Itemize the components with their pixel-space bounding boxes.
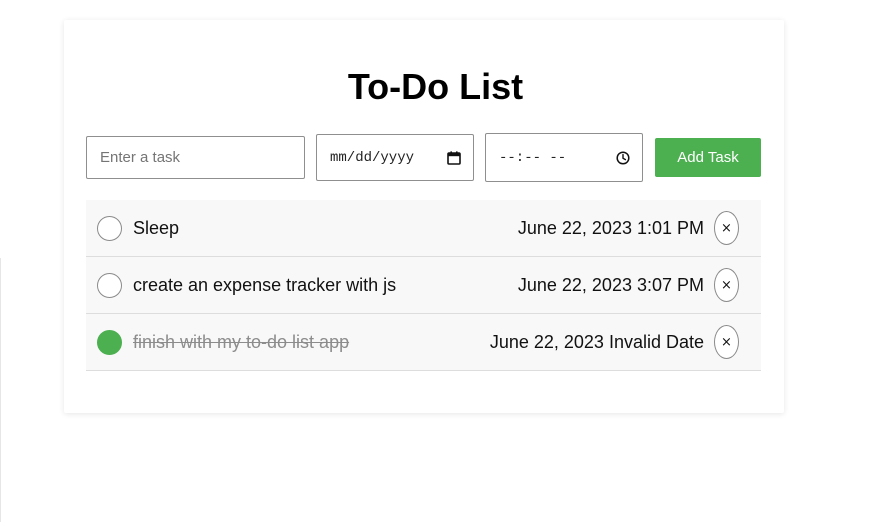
task-text: finish with my to-do list app <box>133 332 350 352</box>
complete-toggle[interactable] <box>97 216 122 241</box>
delete-task-button[interactable]: × <box>714 325 739 359</box>
time-placeholder: --:-- -- <box>499 149 567 166</box>
task-text: Sleep <box>133 218 180 238</box>
window-edge <box>0 258 1 522</box>
delete-task-button[interactable]: × <box>714 211 739 245</box>
delete-task-button[interactable]: × <box>714 268 739 302</box>
add-task-button[interactable]: Add Task <box>655 138 761 177</box>
clock-icon[interactable] <box>616 150 630 165</box>
task-datetime: June 22, 2023 Invalid Date <box>489 332 704 352</box>
close-icon: × <box>721 334 732 350</box>
complete-toggle[interactable] <box>97 330 122 355</box>
task-text: create an expense tracker with js <box>133 275 397 295</box>
task-datetime: June 22, 2023 3:07 PM <box>517 275 704 295</box>
close-icon: × <box>721 220 732 236</box>
calendar-icon[interactable] <box>447 150 461 165</box>
task-item: finish with my to-do list app June 22, 2… <box>86 314 761 371</box>
task-item: create an expense tracker with js June 2… <box>86 257 761 314</box>
date-input[interactable]: mm/dd/yyyy <box>316 134 474 181</box>
time-input[interactable]: --:-- -- <box>485 133 643 182</box>
task-datetime: June 22, 2023 1:01 PM <box>517 218 704 238</box>
task-list: Sleep June 22, 2023 1:01 PM × create an … <box>86 200 761 371</box>
close-icon: × <box>721 277 732 293</box>
date-placeholder: mm/dd/yyyy <box>330 149 415 166</box>
page-title: To-Do List <box>347 66 524 107</box>
complete-toggle[interactable] <box>97 273 122 298</box>
task-input[interactable] <box>86 136 305 179</box>
task-item: Sleep June 22, 2023 1:01 PM × <box>86 200 761 257</box>
